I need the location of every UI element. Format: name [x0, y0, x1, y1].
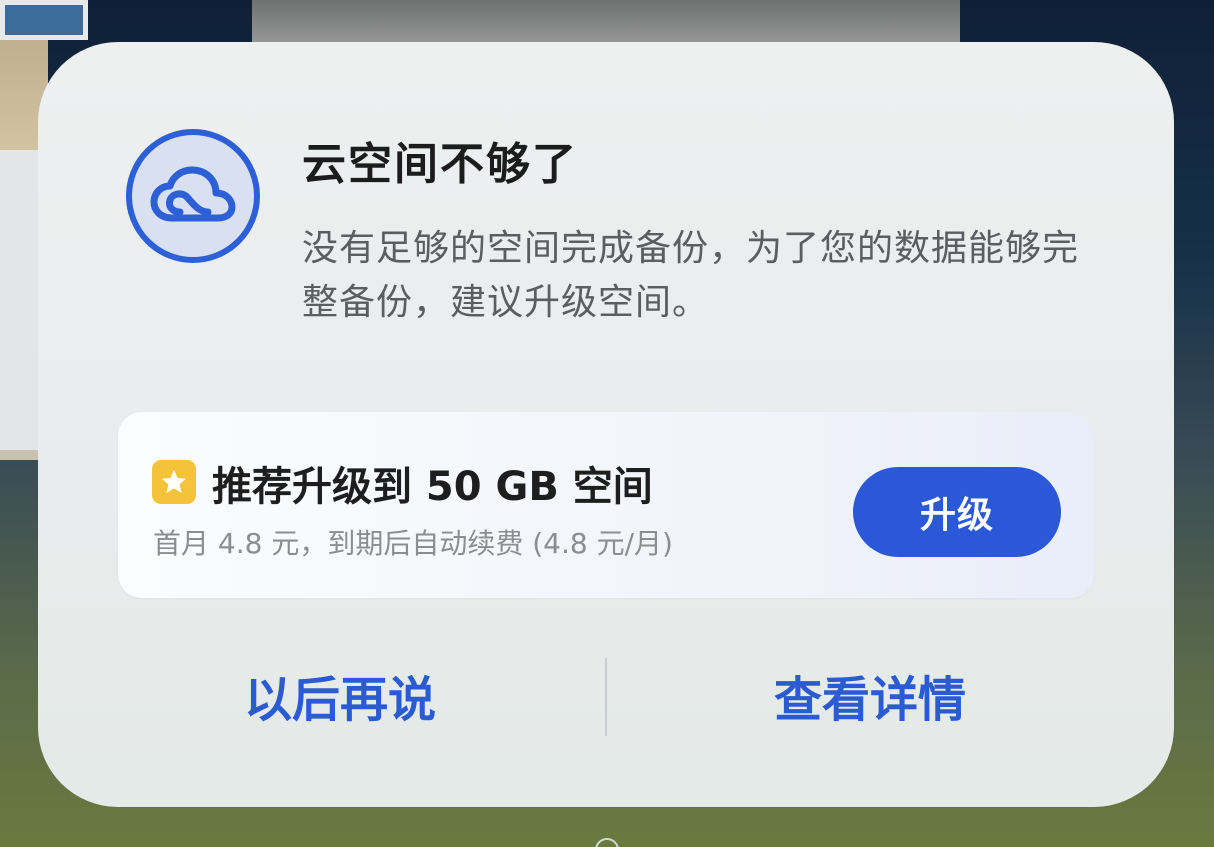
offer-price-note: 首月 4.8 元，到期后自动续费 (4.8 元/月) — [153, 527, 673, 560]
upgrade-button[interactable]: 升级 — [853, 467, 1061, 557]
offer-title: 推荐升级到 50 GB 空间 — [212, 464, 653, 510]
dialog-title: 云空间不够了 — [302, 139, 578, 190]
background-card — [0, 150, 40, 450]
action-divider — [605, 658, 607, 736]
view-details-button[interactable]: 查看详情 — [670, 660, 1070, 730]
dialog-message: 没有足够的空间完成备份，为了您的数据能够完整备份，建议升级空间。 — [302, 228, 1080, 323]
later-button[interactable]: 以后再说 — [140, 660, 540, 730]
star-icon — [152, 460, 196, 504]
background-photo-thumbnail — [0, 0, 88, 40]
background-page-indicator — [595, 838, 619, 847]
cloud-icon — [126, 129, 260, 263]
